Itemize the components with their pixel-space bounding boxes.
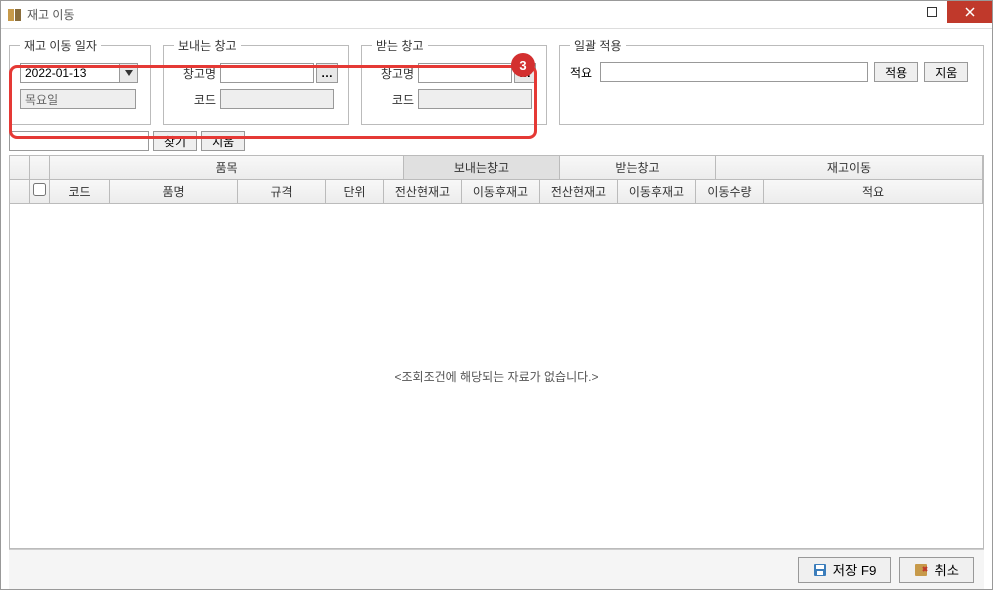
send-code-label: 코드: [174, 91, 216, 108]
batch-clear-button[interactable]: 지움: [924, 62, 968, 82]
grid-col-memo[interactable]: 적요: [764, 180, 983, 203]
grid-body: <조회조건에 해당되는 자료가 없습니다.>: [10, 204, 983, 548]
save-icon: [813, 563, 827, 577]
data-grid: 품목 보내는창고 받는창고 재고이동 코드 품명 규격 단위 전산현재고 이동후…: [9, 155, 984, 549]
search-clear-button[interactable]: 지움: [201, 131, 245, 151]
footer-bar: 저장 F9 취소: [9, 549, 984, 589]
cancel-button-label: 취소: [934, 560, 959, 579]
send-name-lookup-icon[interactable]: …: [316, 63, 338, 83]
batch-legend: 일괄 적용: [570, 37, 626, 54]
grid-col-check2[interactable]: [30, 180, 50, 203]
grid-column-header: 코드 품명 규격 단위 전산현재고 이동후재고 전산현재고 이동후재고 이동수량…: [10, 180, 983, 204]
recv-legend: 받는 창고: [372, 37, 428, 54]
summary-label: 적요: [570, 64, 592, 81]
maximize-button[interactable]: [917, 1, 947, 23]
date-combo[interactable]: [20, 63, 138, 83]
grid-group-header: 품목 보내는창고 받는창고 재고이동: [10, 156, 983, 180]
grid-group-recv: 받는창고: [560, 156, 716, 179]
window-controls: [917, 1, 992, 28]
callout-number: 3: [519, 58, 526, 73]
cancel-icon: [914, 563, 928, 577]
grid-col-stock1[interactable]: 전산현재고: [384, 180, 462, 203]
search-bar: 찾기 지움: [9, 131, 984, 151]
close-button[interactable]: [947, 1, 992, 23]
grid-group-item: 품목: [50, 156, 404, 179]
grid-group-move: 재고이동: [716, 156, 983, 179]
app-icon: [7, 7, 23, 23]
recv-code-label: 코드: [372, 91, 414, 108]
date-group: 재고 이동 일자: [9, 37, 151, 125]
grid-col-check: [30, 156, 50, 179]
grid-group-send: 보내는창고: [404, 156, 560, 179]
grid-col-name[interactable]: 품명: [110, 180, 238, 203]
date-dropdown-icon[interactable]: [120, 63, 138, 83]
save-button-label: 저장 F9: [833, 560, 877, 579]
day-display: [20, 89, 136, 109]
recv-name-label: 창고명: [372, 65, 414, 82]
grid-col-after1[interactable]: 이동후재고: [462, 180, 540, 203]
send-code-input: [220, 89, 334, 109]
select-all-checkbox[interactable]: [33, 183, 46, 196]
grid-col-rownum2: [10, 180, 30, 203]
batch-apply-group: 일괄 적용 적요 적용 지움: [559, 37, 984, 125]
grid-col-qty[interactable]: 이동수량: [696, 180, 764, 203]
apply-button[interactable]: 적용: [874, 62, 918, 82]
grid-col-spec[interactable]: 규격: [238, 180, 326, 203]
cancel-button[interactable]: 취소: [899, 557, 974, 583]
titlebar: 재고 이동: [1, 1, 992, 29]
annotation-callout: 3: [511, 53, 535, 77]
send-name-label: 창고명: [174, 65, 216, 82]
grid-col-stock2[interactable]: 전산현재고: [540, 180, 618, 203]
filter-panel: 재고 이동 일자 보내는 창고 창고명: [9, 37, 984, 125]
send-name-input[interactable]: [220, 63, 314, 83]
recv-warehouse-group: 받는 창고 창고명 … 코드: [361, 37, 547, 125]
recv-code-input: [418, 89, 532, 109]
summary-input[interactable]: [600, 62, 868, 82]
grid-col-unit[interactable]: 단위: [326, 180, 384, 203]
grid-empty-message: <조회조건에 해당되는 자료가 없습니다.>: [395, 368, 599, 385]
send-warehouse-group: 보내는 창고 창고명 … 코드: [163, 37, 349, 125]
window-title: 재고 이동: [27, 6, 917, 23]
date-input[interactable]: [20, 63, 120, 83]
save-button[interactable]: 저장 F9: [798, 557, 892, 583]
grid-col-code[interactable]: 코드: [50, 180, 110, 203]
grid-col-after2[interactable]: 이동후재고: [618, 180, 696, 203]
content-area: 재고 이동 일자 보내는 창고 창고명: [1, 29, 992, 589]
find-button[interactable]: 찾기: [153, 131, 197, 151]
date-legend: 재고 이동 일자: [20, 37, 101, 54]
grid-col-rownum: [10, 156, 30, 179]
search-input[interactable]: [9, 131, 149, 151]
recv-name-input[interactable]: [418, 63, 512, 83]
app-window: 재고 이동 재고 이동 일자: [0, 0, 993, 590]
send-legend: 보내는 창고: [174, 37, 241, 54]
